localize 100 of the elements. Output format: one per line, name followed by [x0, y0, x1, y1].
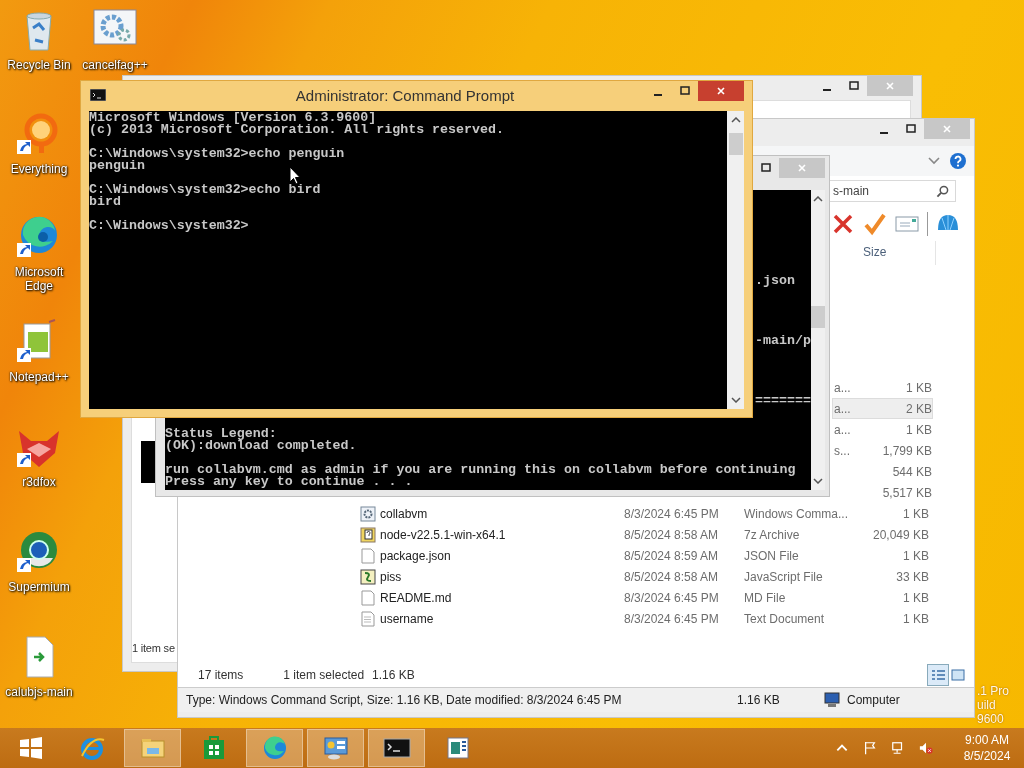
flag-icon[interactable]: [863, 741, 877, 755]
network-icon[interactable]: [891, 741, 905, 755]
maximize-icon: [848, 81, 859, 91]
type-cell: 7z Archive: [744, 527, 800, 542]
size-cell: 1 KB: [903, 548, 929, 563]
file-row[interactable]: node-v22.5.1-win-x64.1 8/5/2024 8:58 AM 7z Archive 20,049 KB: [359, 524, 933, 545]
file-name: node-v22.5.1-win-x64.1: [380, 527, 506, 542]
checkmark-icon[interactable]: [863, 211, 887, 236]
script-file-icon: [360, 568, 376, 585]
archive-icon: [360, 526, 376, 543]
file-row[interactable]: README.md 8/3/2024 6:45 PM MD File 1 KB: [359, 587, 933, 608]
muted-speaker-icon[interactable]: [919, 741, 933, 755]
selection-text: 1 item selected: [283, 668, 365, 682]
chevron-icon[interactable]: [928, 157, 940, 165]
taskbar-button[interactable]: [368, 729, 425, 767]
console-line: (c) 2013 Microsoft Corporation. All rights reserved.: [89, 124, 505, 136]
file-row[interactable]: a... 1 KB: [832, 419, 933, 440]
file-row[interactable]: 544 KB: [832, 461, 933, 482]
edition-text: uild 9600: [977, 698, 1005, 726]
date-cell: 8/3/2024 6:45 PM: [624, 506, 719, 521]
control-panel-icon: [321, 734, 350, 762]
search-icon: [936, 184, 949, 198]
selection-size: 1.16 KB: [372, 668, 415, 682]
close-icon: [716, 86, 726, 96]
file-row[interactable]: package.json 8/5/2024 8:59 AM JSON File 1 KB: [359, 545, 933, 566]
date-cell: 8/3/2024 6:45 PM: [624, 611, 719, 626]
size-cell: 1,799 KB: [882, 443, 932, 458]
file-name: username: [380, 611, 434, 626]
console-line: run collabvm.cmd as admin if you are running this on collabvm before continuing: [165, 464, 797, 476]
mouse-pointer-icon: [289, 166, 301, 185]
file-row[interactable]: collabvm 8/3/2024 6:45 PM Windows Comma... 1 KB: [359, 503, 933, 524]
console-line: C:\Windows\system32>: [89, 220, 250, 232]
minimize-icon: [653, 93, 662, 96]
size-cell: 33 KB: [896, 569, 929, 584]
file-name: piss: [380, 569, 402, 584]
size-cell: 5,517 KB: [882, 485, 932, 500]
console-line: Microsoft Windows [Version 6.3.9600]: [89, 112, 377, 124]
close-icon: [885, 81, 895, 91]
blank-file-icon: [360, 547, 376, 564]
file-row[interactable]: 5,517 KB: [832, 482, 933, 503]
type-cell: Text Document: [744, 611, 825, 626]
close-icon: [942, 124, 952, 134]
type-cell: s...: [834, 443, 850, 458]
console-line: Status Legend:: [165, 428, 277, 440]
window-title: Administrator: Command Prompt: [294, 86, 516, 104]
console-line: -main/p: [755, 335, 811, 347]
clock[interactable]: 9:00 AM 8/5/2024: [956, 732, 1018, 764]
size-cell: 20,049 KB: [872, 527, 929, 542]
console-line: (OK):download completed.: [165, 440, 358, 452]
size-cell: 1 KB: [906, 422, 932, 437]
date-cell: 8/5/2024 8:58 AM: [624, 569, 719, 584]
file-row[interactable]: a... 1 KB: [832, 377, 933, 398]
details-text: Type: Windows Command Script, Size: 1.16 KB, Date modified: 8/3/2024 6:45 PM: [186, 693, 623, 707]
location-text: Computer: [847, 693, 900, 707]
date-cell: 8/5/2024 8:58 AM: [624, 527, 719, 542]
scroll-thumb[interactable]: [728, 133, 743, 155]
type-cell: Windows Comma...: [744, 506, 849, 521]
size-cell: 2 KB: [906, 401, 932, 416]
file-row[interactable]: a... 2 KB: [832, 398, 933, 419]
column-header[interactable]: Size: [846, 241, 936, 265]
file-name: README.md: [380, 590, 452, 605]
help-icon[interactable]: [950, 153, 966, 169]
size-cell: 1 KB: [903, 506, 929, 521]
edition-text: .1 Pro: [977, 684, 1010, 698]
console-line: Press any key to continue . . .: [165, 476, 413, 488]
console-line: bird: [89, 196, 121, 208]
type-cell: a...: [834, 380, 851, 395]
file-row[interactable]: s... 1,799 KB: [832, 440, 933, 461]
size-cell: 1 KB: [903, 590, 929, 605]
type-cell: JavaScript File: [744, 569, 823, 584]
blank-file-icon: [360, 589, 376, 606]
status-text: 1 item se: [132, 642, 176, 656]
type-cell: JSON File: [744, 548, 799, 563]
scrollbar[interactable]: [727, 111, 744, 409]
maximize-icon: [905, 124, 916, 134]
gear-file-icon: [360, 505, 376, 522]
file-row[interactable]: piss 8/5/2024 8:58 AM JavaScript File 33 KB: [359, 566, 933, 587]
file-name: collabvm: [380, 506, 428, 521]
date-cell: 8/5/2024 8:59 AM: [624, 548, 719, 563]
minimize-icon: [822, 88, 831, 91]
details-size: 1.16 KB: [737, 693, 781, 707]
text-file-icon: [360, 610, 376, 627]
console-line: C:\Windows\system32>echo penguin: [89, 148, 346, 160]
search-field[interactable]: s-main: [828, 180, 956, 202]
console-line: =======: [755, 395, 811, 407]
size-cell: 1 KB: [906, 380, 932, 395]
close-icon: [797, 163, 807, 173]
minimize-icon: [879, 131, 888, 134]
close-button[interactable]: [698, 81, 744, 101]
maximize-icon: [679, 86, 690, 96]
maximize-icon: [760, 163, 771, 173]
file-row[interactable]: username 8/3/2024 6:45 PM Text Document 1 KB: [359, 608, 933, 629]
console-line: .json: [755, 275, 795, 287]
type-cell: MD File: [744, 590, 786, 605]
console-line: C:\Windows\system32>echo bird: [89, 184, 322, 196]
console-line: penguin: [89, 160, 145, 172]
computer-icon: [823, 692, 841, 708]
size-cell: 1 KB: [903, 611, 929, 626]
date-cell: 8/3/2024 6:45 PM: [624, 590, 719, 605]
details-view-icon[interactable]: [928, 665, 948, 685]
